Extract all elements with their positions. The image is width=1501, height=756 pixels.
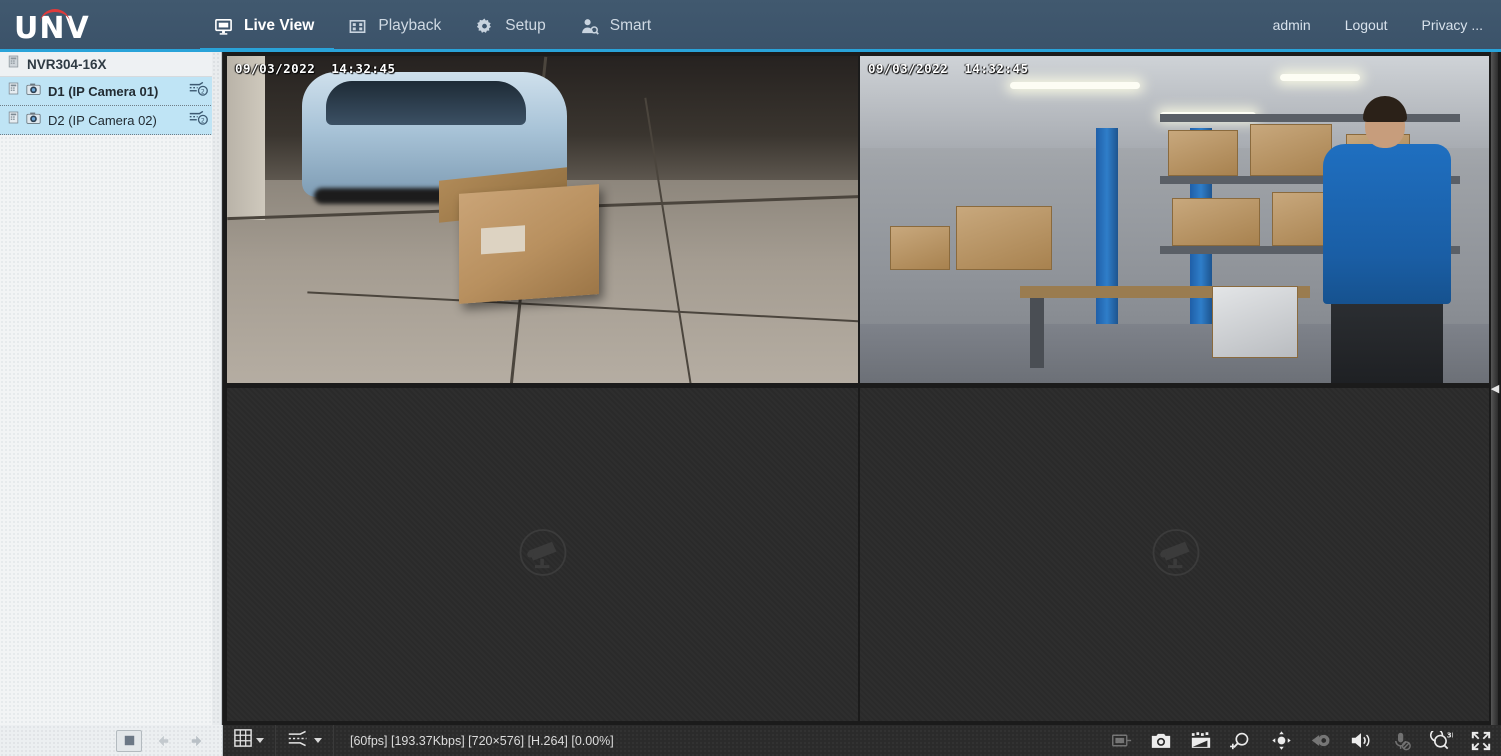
channel-device-icon: [8, 111, 19, 129]
nav-live-view-label: Live View: [244, 17, 315, 34]
scene-wall: [227, 56, 265, 220]
scene-crate: [1250, 124, 1332, 176]
scene-white-box: [1212, 286, 1298, 358]
film-icon: [348, 17, 367, 36]
scene-lamp: [1010, 82, 1140, 89]
video-stream-2: [860, 56, 1491, 383]
chevron-down-icon: [314, 738, 322, 743]
app-header: UNV Live View Playback Setup Smart admin…: [0, 0, 1501, 52]
stream-select-icon[interactable]: 2: [188, 110, 209, 131]
device-tree-header[interactable]: NVR304-16X: [0, 52, 221, 77]
ptz-control-icon[interactable]: [1261, 725, 1301, 756]
video-wall: 09/03/2022 14:32:45 09/03/2022 14:32:45: [223, 52, 1491, 725]
logout-link[interactable]: Logout: [1345, 17, 1388, 33]
video-cell-3[interactable]: [227, 388, 858, 721]
channel-row-d2[interactable]: D2 (IP Camera 02) 2: [0, 106, 221, 135]
gear-icon: [475, 17, 494, 36]
header-user-area: admin Logout Privacy ...: [1273, 17, 1501, 36]
next-page-button[interactable]: [184, 730, 210, 752]
stream-lines-icon: [287, 730, 310, 752]
stop-button[interactable]: [116, 729, 142, 752]
sidebar-footer-controls: [0, 725, 223, 756]
bottom-toolbar: [60fps] [193.37Kbps] [720×576] [H.264] […: [0, 725, 1501, 756]
unv-logo: UNV: [0, 0, 200, 52]
playback-toolbar: [60fps] [193.37Kbps] [720×576] [H.264] […: [223, 725, 1501, 756]
channel-device-icon: [8, 82, 19, 100]
scene-package: [459, 184, 599, 304]
stream-type-button[interactable]: [276, 725, 334, 756]
main-nav: Live View Playback Setup Smart: [200, 0, 671, 52]
video-stream-1: [227, 56, 858, 383]
camera-placeholder-icon: [516, 525, 570, 584]
privacy-link[interactable]: Privacy ...: [1422, 17, 1483, 33]
nav-playback-label: Playback: [378, 17, 442, 34]
scene-crate: [890, 226, 950, 270]
volume-icon[interactable]: [1341, 725, 1381, 756]
scene-crate: [956, 206, 1052, 270]
nav-setup-label: Setup: [505, 17, 546, 34]
scene-person-legs: [1331, 296, 1443, 383]
camera-icon: [26, 82, 41, 101]
channel-row-d1[interactable]: D1 (IP Camera 01) 2: [0, 77, 221, 106]
microphone-muted-icon[interactable]: [1381, 725, 1421, 756]
nav-live-view[interactable]: Live View: [200, 0, 335, 52]
digital-zoom-icon[interactable]: [1221, 725, 1261, 756]
scene-lamp: [1280, 74, 1360, 81]
sidebar-scrollbar[interactable]: [212, 52, 221, 725]
grid-layout-icon: [234, 729, 252, 752]
video-cell-1[interactable]: 09/03/2022 14:32:45: [227, 56, 858, 383]
nav-setup[interactable]: Setup: [461, 0, 566, 52]
svg-text:3D: 3D: [1446, 731, 1452, 739]
camera-placeholder-icon: [1149, 525, 1203, 584]
person-search-icon: [580, 17, 599, 36]
three-d-positioning-icon[interactable]: 3D: [1421, 725, 1461, 756]
chevron-left-icon: ◀: [1490, 383, 1500, 395]
video-timestamp-2: 09/03/2022 14:32:45: [868, 61, 1029, 76]
video-cell-2[interactable]: 09/03/2022 14:32:45: [860, 56, 1491, 383]
snapshot-icon[interactable]: [1141, 725, 1181, 756]
scene-shelf: [1160, 114, 1460, 122]
chevron-down-icon: [256, 738, 264, 743]
scene-workbench-leg: [1030, 298, 1044, 368]
svg-text:2: 2: [201, 117, 205, 124]
previous-page-button[interactable]: [150, 730, 176, 752]
right-tool-group: 3D: [1101, 725, 1501, 756]
nav-smart-label: Smart: [609, 17, 652, 34]
stream-status-text: [60fps] [193.37Kbps] [720×576] [H.264] […: [350, 733, 614, 748]
device-name-label: NVR304-16X: [27, 56, 107, 72]
monitor-icon: [214, 17, 233, 36]
scene-crate: [1168, 130, 1238, 176]
svg-text:2: 2: [201, 88, 205, 95]
scene-person-body: [1323, 144, 1451, 304]
video-cell-4[interactable]: [860, 388, 1491, 721]
nvr-device-icon: [8, 55, 19, 73]
device-sidebar: NVR304-16X D1 (IP Camera 01) 2 D2 (IP Ca…: [0, 52, 222, 725]
right-panel-collapse-handle[interactable]: ◀: [1489, 52, 1501, 725]
nav-smart[interactable]: Smart: [566, 0, 671, 52]
scene-crate: [1172, 198, 1260, 246]
video-timestamp-1: 09/03/2022 14:32:45: [235, 61, 396, 76]
screen-layout-button[interactable]: [223, 725, 276, 756]
fullscreen-icon[interactable]: [1461, 725, 1501, 756]
channel-label-d2: D2 (IP Camera 02): [48, 112, 157, 128]
fisheye-icon[interactable]: [1301, 725, 1341, 756]
camera-icon: [26, 111, 41, 130]
preview-icon[interactable]: [1101, 725, 1141, 756]
nav-playback[interactable]: Playback: [334, 0, 461, 52]
channel-label-d1: D1 (IP Camera 01): [48, 83, 159, 99]
current-user-label: admin: [1272, 16, 1311, 33]
record-clip-icon[interactable]: [1181, 725, 1221, 756]
stream-select-icon[interactable]: 2: [188, 81, 209, 102]
